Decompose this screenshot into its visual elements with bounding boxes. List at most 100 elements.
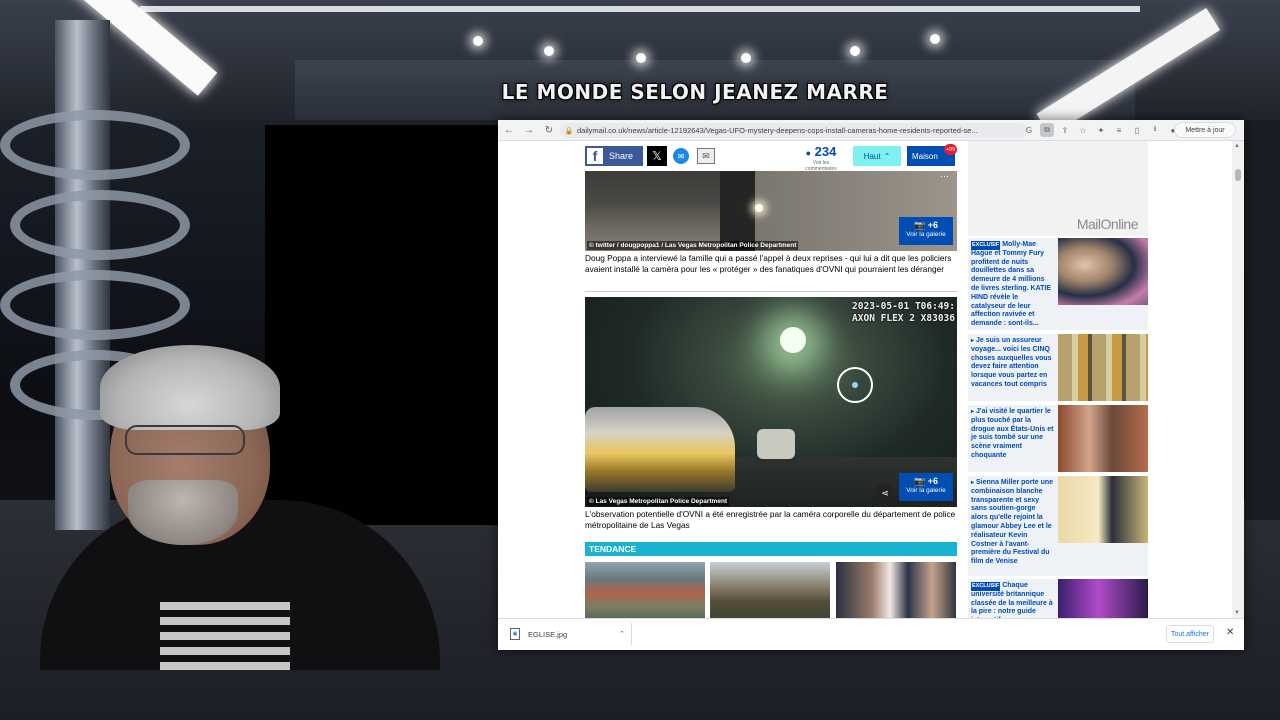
star-icon[interactable]: ☆ xyxy=(1076,123,1090,137)
notification-badge: +99 xyxy=(944,144,957,155)
scroll-up-icon[interactable]: ▲ xyxy=(1234,143,1240,149)
messenger-icon[interactable]: ✉ xyxy=(673,148,689,164)
facebook-share-label: Share xyxy=(609,151,634,161)
spotlight xyxy=(930,34,940,44)
url-text[interactable]: dailymail.co.uk/news/article-12192643/Ve… xyxy=(577,126,1027,135)
ceiling-light-bar xyxy=(140,6,1140,12)
gallery-count: +6 xyxy=(927,476,938,486)
camera-icon: 📷 xyxy=(914,220,926,230)
email-icon[interactable]: ✉ xyxy=(697,148,715,164)
scroll-thumb[interactable] xyxy=(1235,169,1241,181)
sidebar-story[interactable]: ▸ Je suis un assureur voyage... voici les… xyxy=(968,334,1148,401)
image-caption: L'observation potentielle d'OVNI a été e… xyxy=(585,509,956,530)
browser-window: ← → ↻ 🔒 dailymail.co.uk/news/article-121… xyxy=(498,120,1244,650)
trending-thumbnail[interactable] xyxy=(836,562,956,618)
sidebar-story-text: Molly-Mae Hague et Tommy Fury profitent … xyxy=(971,241,1052,328)
sidebar-story[interactable]: EXCLUSIF Molly-Mae Hague et Tommy Fury pr… xyxy=(968,238,1148,330)
share-bar: f Share 𝕏 ✉ ✉ ● 234 Voir les commentaire… xyxy=(585,144,957,173)
camera-icon: 📷 xyxy=(914,476,926,486)
facebook-share-button[interactable]: f Share xyxy=(585,146,643,166)
chevron-up-icon[interactable]: ⌃ xyxy=(619,630,625,638)
sidebar-story-text: J'ai visité le quartier le plus touché p… xyxy=(971,408,1054,459)
gallery-button[interactable]: 📷 +6 Voir la galerie xyxy=(899,217,953,245)
download-bar: ▣ EGLISE.jpg ⌃ Tout afficher ✕ xyxy=(498,618,1244,650)
sidebar-story-text: Sienna Miller porte une combinaison blan… xyxy=(971,479,1054,566)
sidebar-story[interactable]: ▸ J'ai visité le quartier le plus touché … xyxy=(968,405,1148,472)
close-icon[interactable]: ✕ xyxy=(1226,627,1234,638)
home-button[interactable]: Maison +99 xyxy=(907,144,957,166)
facebook-icon: f xyxy=(585,146,605,166)
spiral-stair xyxy=(10,190,190,260)
exclusive-tag: EXCLUSIF xyxy=(971,582,1001,591)
show-all-downloads-button[interactable]: Tout afficher xyxy=(1166,625,1214,643)
distant-car xyxy=(757,429,795,459)
chevron-up-icon: ⌃ xyxy=(883,151,891,161)
spotlight xyxy=(741,53,751,63)
spotlight xyxy=(473,36,483,46)
bodycam-timestamp: 2023-05-01 T06:49: AXON FLEX 2 X83036 xyxy=(852,301,955,325)
sidebar-story[interactable]: EXCLUSIF Chaque université britannique cl… xyxy=(968,579,1148,618)
download-file-name: EGLISE.jpg xyxy=(528,629,568,639)
comments-button[interactable]: ● 234 Voir les commentaires xyxy=(799,144,843,173)
sidebar-story-image[interactable] xyxy=(1058,405,1148,472)
exclusive-tag: EXCLUSIF xyxy=(971,241,1001,250)
sidebar-story-image[interactable] xyxy=(1058,476,1148,543)
trending-thumbnail[interactable] xyxy=(585,562,705,618)
arrow-right-icon: ▸ xyxy=(971,480,975,486)
scroll-top-button[interactable]: Haut ⌃ xyxy=(853,146,901,166)
highlight-circle-icon xyxy=(837,367,873,403)
bright-light-orb xyxy=(780,327,806,353)
share-icon[interactable]: ⋯ xyxy=(940,171,949,182)
spotlight xyxy=(636,53,646,63)
spotlight xyxy=(850,46,860,56)
ufo-dot xyxy=(852,382,858,388)
share-icon[interactable]: ⇪ xyxy=(1058,123,1072,137)
trending-thumbnail[interactable] xyxy=(710,562,830,618)
reload-icon[interactable]: ↻ xyxy=(540,121,558,139)
download-item[interactable]: ▣ EGLISE.jpg ⌃ xyxy=(506,623,632,645)
channel-title: LE MONDE SELON JEANEZ MARRE xyxy=(501,80,889,104)
mail-online-logo: MailOnline xyxy=(1077,216,1139,233)
translate-icon[interactable]: ⧉ xyxy=(1040,123,1054,137)
gallery-label: Voir la galerie xyxy=(906,231,946,238)
image-credit: © Las Vegas Metropolitan Police Departme… xyxy=(587,497,730,506)
x-share-button[interactable]: 𝕏 xyxy=(647,146,667,166)
address-bar[interactable]: 🔒 dailymail.co.uk/news/article-12192643/… xyxy=(560,123,1028,138)
divider xyxy=(585,291,957,292)
timestamp-line-2: AXON FLEX 2 X83036 xyxy=(852,313,955,324)
sidebar-story-image[interactable] xyxy=(1058,238,1148,305)
back-icon[interactable]: ← xyxy=(500,121,518,139)
sidebar-story-text: Je suis un assureur voyage... voici les … xyxy=(971,337,1052,388)
scroll-down-icon[interactable]: ▼ xyxy=(1234,610,1240,616)
browser-toolbar: ← → ↻ 🔒 dailymail.co.uk/news/article-121… xyxy=(498,120,1244,141)
arrow-right-icon: ▸ xyxy=(971,338,975,344)
article-image-bodycam[interactable]: 2023-05-01 T06:49: AXON FLEX 2 X83036 © … xyxy=(585,297,957,507)
article-image-house[interactable]: ⋯ © twitter / dougpoppa1 / Las Vegas Met… xyxy=(585,171,957,251)
gallery-button[interactable]: 📷 +6 Voir la galerie xyxy=(899,473,953,501)
sidebar-story-image[interactable] xyxy=(1058,579,1148,618)
shirt-flag-print xyxy=(160,595,290,670)
gallery-count: +6 xyxy=(927,220,938,230)
trending-header: TENDANCE xyxy=(585,542,957,556)
house-doorway xyxy=(720,171,760,251)
reading-list-icon[interactable]: ≡ xyxy=(1112,123,1126,137)
maison-label: Maison xyxy=(912,151,938,161)
extensions-icon[interactable]: ✦ xyxy=(1094,123,1108,137)
image-credit: © twitter / dougpoppa1 / Las Vegas Metro… xyxy=(587,241,799,250)
share-icon[interactable]: ⋖ xyxy=(877,485,893,501)
forward-icon[interactable]: → xyxy=(520,121,538,139)
sidebar-story[interactable]: ▸ Sienna Miller porte une combinaison bla… xyxy=(968,476,1148,576)
comment-count: 234 xyxy=(814,144,837,159)
arrow-right-icon: ▸ xyxy=(971,409,975,415)
sidebar-story-image[interactable] xyxy=(1058,334,1148,401)
download-icon[interactable]: ⭳ xyxy=(1148,123,1162,137)
lock-icon[interactable]: 🔒 xyxy=(564,126,574,136)
comment-bubble-icon: ● xyxy=(805,148,812,158)
haut-label: Haut xyxy=(863,151,881,161)
sidebar-icon[interactable]: ▯ xyxy=(1130,123,1144,137)
update-button[interactable]: Mettre à jour xyxy=(1174,122,1236,138)
google-icon[interactable]: G xyxy=(1022,123,1036,137)
ad-box[interactable]: MailOnline xyxy=(968,141,1148,236)
web-page: f Share 𝕏 ✉ ✉ ● 234 Voir les commentaire… xyxy=(498,141,1244,618)
page-scrollbar[interactable]: ▲ ▼ xyxy=(1232,141,1244,618)
